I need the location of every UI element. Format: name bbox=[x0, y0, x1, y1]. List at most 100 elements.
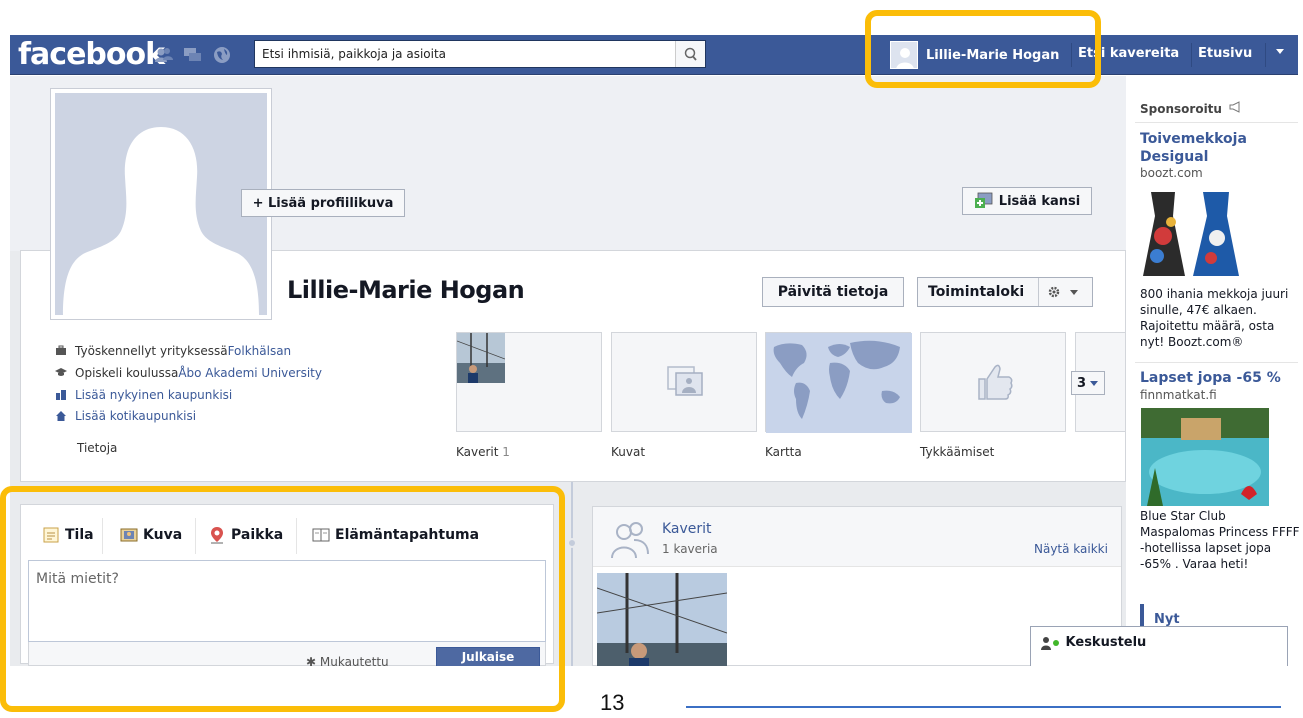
facebook-logo[interactable]: facebook bbox=[18, 37, 165, 72]
friends-box-title[interactable]: Kaverit bbox=[662, 521, 712, 537]
friends-tile[interactable] bbox=[456, 332, 602, 432]
search-icon bbox=[684, 47, 697, 61]
ad-1-text: 800 ihania mekkoja juuri sinulle, 47€ al… bbox=[1140, 287, 1289, 349]
footer-line-right bbox=[686, 706, 1281, 708]
sidebar-divider bbox=[1135, 122, 1298, 123]
update-info-button[interactable]: Päivitä tietoja bbox=[762, 277, 904, 307]
about-link[interactable]: Tietoja bbox=[77, 441, 117, 455]
book-icon bbox=[312, 526, 330, 544]
nav-divider bbox=[1071, 43, 1072, 67]
tab-divider bbox=[102, 518, 103, 554]
home-icon bbox=[55, 410, 69, 422]
settings-gear-icon[interactable] bbox=[1046, 284, 1086, 304]
activity-log-button[interactable]: Toimintaloki bbox=[917, 277, 1093, 307]
add-cover-label: Lisää kansi bbox=[998, 193, 1081, 209]
page-number: 13 bbox=[600, 690, 625, 715]
info-work-link[interactable]: Folkhälsan bbox=[228, 344, 292, 358]
friend-photo[interactable] bbox=[597, 573, 727, 666]
photo-add-icon bbox=[974, 192, 993, 208]
photos-tile-label[interactable]: Kuvat bbox=[611, 445, 645, 459]
add-hometown-link[interactable]: Lisää kotikaupunkisi bbox=[75, 409, 196, 423]
add-current-city-link[interactable]: Lisää nykyinen kaupunkisi bbox=[75, 388, 232, 402]
profile-picture[interactable] bbox=[50, 88, 272, 320]
info-education-link[interactable]: Åbo Akademi University bbox=[178, 366, 322, 380]
likes-tile[interactable] bbox=[920, 332, 1066, 432]
find-friends-link[interactable]: Etsi kavereita bbox=[1078, 46, 1179, 61]
profile-nav-link[interactable]: Lillie-Marie Hogan bbox=[890, 40, 1059, 70]
tab-status-label: Tila bbox=[65, 527, 94, 543]
ad-1-image[interactable] bbox=[1141, 186, 1241, 278]
ad-2-text: Blue Star Club Maspalomas Princess FFFF … bbox=[1140, 509, 1300, 571]
megaphone-icon bbox=[1229, 101, 1240, 113]
tab-photo[interactable]: Kuva bbox=[120, 526, 182, 544]
sidebar-divider bbox=[1135, 362, 1298, 363]
city-icon bbox=[55, 389, 69, 401]
avatar bbox=[890, 41, 918, 69]
nav-divider bbox=[1191, 43, 1192, 67]
tab-divider bbox=[296, 518, 297, 554]
friends-tile-label[interactable]: Kaverit 1 bbox=[456, 445, 510, 459]
map-tile[interactable] bbox=[765, 332, 912, 433]
privacy-selector[interactable]: ✱ Mukautettu bbox=[306, 654, 389, 666]
info-hometown: Lisää kotikaupunkisi bbox=[55, 409, 196, 423]
ad-1-title[interactable]: Toivemekkoja Desigual bbox=[1140, 130, 1290, 166]
likes-tile-label[interactable]: Tykkäämiset bbox=[920, 445, 994, 459]
privacy-label: Mukautettu bbox=[319, 655, 389, 666]
post-button[interactable]: Julkaise bbox=[436, 647, 540, 667]
tab-photo-label: Kuva bbox=[143, 527, 183, 543]
chat-user-icon bbox=[1041, 636, 1059, 650]
footer-line-left bbox=[10, 706, 550, 708]
map-pin-icon bbox=[208, 526, 226, 544]
notifications-globe-icon[interactable] bbox=[212, 45, 232, 65]
info-work: Työskennellyt yrityksessä Folkhälsan bbox=[55, 344, 291, 358]
friend-thumbnail bbox=[456, 333, 506, 383]
add-profile-picture-button[interactable]: + Lisää profiilikuva bbox=[241, 189, 405, 217]
info-current-city: Lisää nykyinen kaupunkisi bbox=[55, 388, 232, 402]
ad-2-title[interactable]: Lapset jopa -65 % bbox=[1140, 369, 1281, 387]
ad-2-domain: finnmatkat.fi bbox=[1140, 388, 1217, 402]
search-box bbox=[254, 40, 706, 68]
info-education: Opiskeli koulussa Åbo Akademi University bbox=[55, 366, 322, 380]
chevron-down-icon bbox=[1090, 381, 1099, 386]
sponsored-heading: Sponsoroitu bbox=[1140, 101, 1243, 116]
search-input[interactable] bbox=[255, 41, 675, 67]
more-sections-button[interactable]: 3 bbox=[1071, 371, 1105, 395]
home-link[interactable]: Etusivu bbox=[1198, 46, 1252, 61]
tab-place[interactable]: Paikka bbox=[208, 526, 283, 544]
nav-divider bbox=[1265, 43, 1266, 67]
map-tile-label[interactable]: Kartta bbox=[765, 445, 802, 459]
activity-log-label: Toimintaloki bbox=[928, 284, 1025, 300]
friends-icon bbox=[608, 516, 652, 564]
add-cover-button[interactable]: Lisää kansi bbox=[962, 187, 1092, 215]
profile-picture-placeholder bbox=[55, 93, 267, 315]
see-all-friends-link[interactable]: Näytä kaikki bbox=[1034, 542, 1108, 556]
top-navigation-bar: facebook Lillie-Marie Hogan Etsi kaverei… bbox=[10, 35, 1298, 75]
search-button[interactable] bbox=[675, 41, 705, 67]
ad-2-image[interactable] bbox=[1141, 408, 1269, 506]
profile-name: Lillie-Marie Hogan bbox=[287, 276, 525, 304]
photos-placeholder-icon bbox=[667, 366, 703, 396]
button-divider bbox=[1038, 278, 1039, 306]
photo-icon bbox=[120, 526, 138, 544]
profile-nav-name: Lillie-Marie Hogan bbox=[926, 47, 1060, 63]
tab-life-event[interactable]: Elämäntapahtuma bbox=[312, 526, 479, 544]
more-count: 3 bbox=[1076, 375, 1087, 391]
friends-box-header bbox=[593, 507, 1121, 567]
tab-divider bbox=[195, 518, 196, 554]
privacy-gear-icon: ✱ bbox=[306, 655, 320, 666]
friends-box-count: 1 kaveria bbox=[662, 542, 718, 556]
slide: facebook Lillie-Marie Hogan Etsi kaverei… bbox=[0, 0, 1303, 718]
tab-status[interactable]: Tila bbox=[42, 526, 94, 544]
graduation-cap-icon bbox=[55, 367, 69, 379]
messages-icon[interactable] bbox=[183, 45, 203, 65]
status-textarea[interactable]: Mitä mietit? bbox=[28, 560, 546, 642]
chat-bar[interactable]: Keskustelu bbox=[1030, 626, 1288, 666]
photos-tile[interactable] bbox=[611, 332, 757, 432]
chat-label: Keskustelu bbox=[1065, 635, 1147, 650]
thumbs-up-icon bbox=[978, 364, 1013, 400]
account-menu-chevron-icon[interactable] bbox=[1273, 44, 1287, 62]
slide-footer bbox=[0, 666, 1303, 718]
friend-requests-icon[interactable] bbox=[154, 45, 174, 65]
timeline-spine bbox=[571, 482, 573, 666]
now-label: Nyt bbox=[1154, 612, 1180, 627]
